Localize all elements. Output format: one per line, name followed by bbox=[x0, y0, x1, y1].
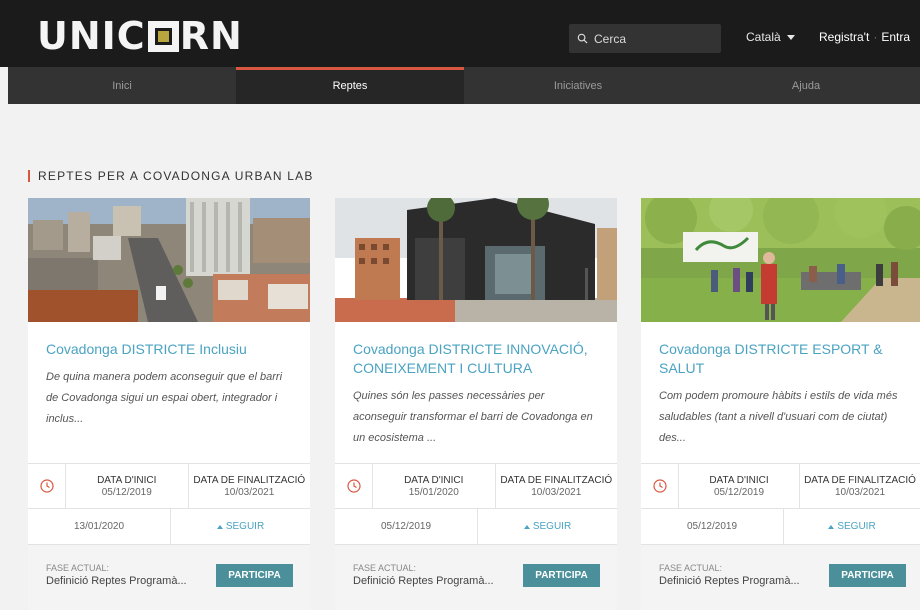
start-date-value: 05/12/2019 bbox=[713, 486, 765, 498]
end-date-cell: DATA DE FINALITZACIÓ 10/03/2021 bbox=[187, 464, 311, 508]
follow-button[interactable]: SEGUIR bbox=[478, 509, 617, 544]
clock-cell bbox=[335, 464, 373, 508]
logo-text-right: RN bbox=[179, 14, 243, 58]
card-title[interactable]: Covadonga DISTRICTE INNOVACIÓ, CONEIXEME… bbox=[353, 340, 599, 378]
nav-item-iniciatives[interactable]: Iniciatives bbox=[464, 67, 692, 104]
clock-icon bbox=[39, 479, 54, 493]
start-date-cell: DATA D'INICI 05/12/2019 bbox=[66, 464, 188, 508]
card-dates: DATA D'INICI 15/01/2020 DATA DE FINALITZ… bbox=[335, 463, 617, 509]
end-date-value: 10/03/2021 bbox=[834, 486, 886, 498]
start-date-cell: DATA D'INICI 05/12/2019 bbox=[679, 464, 799, 508]
clock-cell bbox=[641, 464, 679, 508]
section-title: REPTES PER A COVADONGA URBAN LAB bbox=[28, 170, 314, 182]
logo-text-left: UNIC bbox=[37, 14, 146, 58]
nav-item-ajuda[interactable]: Ajuda bbox=[692, 67, 920, 104]
participate-button[interactable]: PARTICIPA bbox=[829, 564, 906, 587]
card-title[interactable]: Covadonga DISTRICTE Inclusiu bbox=[46, 340, 292, 359]
clock-icon bbox=[652, 479, 667, 493]
logo-mark-icon bbox=[147, 20, 179, 52]
clock-icon bbox=[346, 479, 361, 493]
end-date-cell: DATA DE FINALITZACIÓ 10/03/2021 bbox=[494, 464, 618, 508]
end-date-label: DATA DE FINALITZACIÓ bbox=[804, 474, 916, 486]
auth-links: Registra't · Entra bbox=[819, 30, 910, 44]
end-date-cell: DATA DE FINALITZACIÓ 10/03/2021 bbox=[799, 464, 920, 508]
end-date-label: DATA DE FINALITZACIÓ bbox=[500, 474, 613, 486]
card-meta-row: 05/12/2019 SEGUIR bbox=[335, 509, 617, 545]
search-icon bbox=[577, 33, 588, 44]
nav-item-reptes[interactable]: Reptes bbox=[236, 67, 464, 104]
follow-arrow-icon bbox=[216, 524, 223, 529]
card-description: Com podem promoure hàbits i estils de vi… bbox=[659, 390, 898, 444]
nav-item-label: Reptes bbox=[332, 79, 368, 92]
start-date-cell: DATA D'INICI 15/01/2020 bbox=[373, 464, 495, 508]
start-date-value: 05/12/2019 bbox=[101, 486, 152, 498]
auth-separator: · bbox=[873, 30, 878, 44]
card-image-park-people[interactable] bbox=[641, 198, 920, 322]
nav-item-inici[interactable]: Inici bbox=[8, 67, 236, 104]
language-label: Català bbox=[746, 30, 781, 44]
created-date: 05/12/2019 bbox=[335, 509, 478, 544]
nav-item-label: Inici bbox=[112, 79, 132, 92]
follow-arrow-icon bbox=[523, 524, 530, 529]
start-date-value: 15/01/2020 bbox=[408, 486, 459, 498]
nav-item-label: Iniciatives bbox=[553, 79, 603, 92]
follow-button[interactable]: SEGUIR bbox=[784, 509, 920, 544]
end-date-value: 10/03/2021 bbox=[224, 486, 275, 498]
search-box[interactable] bbox=[569, 24, 721, 53]
language-selector[interactable]: Català bbox=[746, 30, 795, 44]
card-image-building-palms[interactable] bbox=[335, 198, 617, 322]
follow-label: SEGUIR bbox=[225, 521, 265, 532]
top-bar: UNIC RN Català Registra't · Entra bbox=[0, 0, 920, 67]
card-description: De quina manera podem aconseguir que el … bbox=[46, 371, 283, 425]
participate-button[interactable]: PARTICIPA bbox=[216, 564, 293, 587]
main-nav: Inici Reptes Iniciatives Ajuda bbox=[8, 67, 920, 104]
card-meta-row: 05/12/2019 SEGUIR bbox=[641, 509, 920, 545]
search-input[interactable] bbox=[594, 31, 709, 46]
login-link[interactable]: Entra bbox=[881, 30, 910, 44]
card-dates: DATA D'INICI 05/12/2019 DATA DE FINALITZ… bbox=[641, 463, 920, 509]
follow-label: SEGUIR bbox=[837, 521, 876, 532]
end-date-label: DATA DE FINALITZACIÓ bbox=[193, 474, 306, 486]
follow-button[interactable]: SEGUIR bbox=[171, 509, 310, 544]
register-link[interactable]: Registra't bbox=[819, 30, 869, 44]
card-title[interactable]: Covadonga DISTRICTE ESPORT & SALUT bbox=[659, 340, 902, 378]
challenge-card: Covadonga DISTRICTE INNOVACIÓ, CONEIXEME… bbox=[335, 198, 617, 610]
logo[interactable]: UNIC RN bbox=[37, 14, 243, 58]
card-phase: FASE ACTUAL: Definició Reptes Programà..… bbox=[28, 545, 310, 610]
card-meta-row: 13/01/2020 SEGUIR bbox=[28, 509, 310, 545]
created-date: 13/01/2020 bbox=[28, 509, 171, 544]
follow-arrow-icon bbox=[828, 524, 835, 529]
participate-button[interactable]: PARTICIPA bbox=[523, 564, 600, 587]
card-phase: FASE ACTUAL: Definició Reptes Programà..… bbox=[335, 545, 617, 610]
card-description: Quines són les passes necessàries per ac… bbox=[353, 390, 593, 444]
clock-cell bbox=[28, 464, 66, 508]
start-date-label: DATA D'INICI bbox=[709, 474, 769, 486]
card-phase: FASE ACTUAL: Definició Reptes Programà..… bbox=[641, 545, 920, 610]
card-dates: DATA D'INICI 05/12/2019 DATA DE FINALITZ… bbox=[28, 463, 310, 509]
start-date-label: DATA D'INICI bbox=[97, 474, 157, 486]
follow-label: SEGUIR bbox=[532, 521, 572, 532]
challenge-card: Covadonga DISTRICTE ESPORT & SALUT Com p… bbox=[641, 198, 920, 610]
nav-item-label: Ajuda bbox=[791, 79, 821, 92]
card-image-city-aerial[interactable] bbox=[28, 198, 310, 322]
end-date-value: 10/03/2021 bbox=[531, 486, 582, 498]
caret-down-icon bbox=[786, 34, 795, 40]
start-date-label: DATA D'INICI bbox=[404, 474, 464, 486]
created-date: 05/12/2019 bbox=[641, 509, 784, 544]
challenge-card: Covadonga DISTRICTE Inclusiu De quina ma… bbox=[28, 198, 310, 610]
